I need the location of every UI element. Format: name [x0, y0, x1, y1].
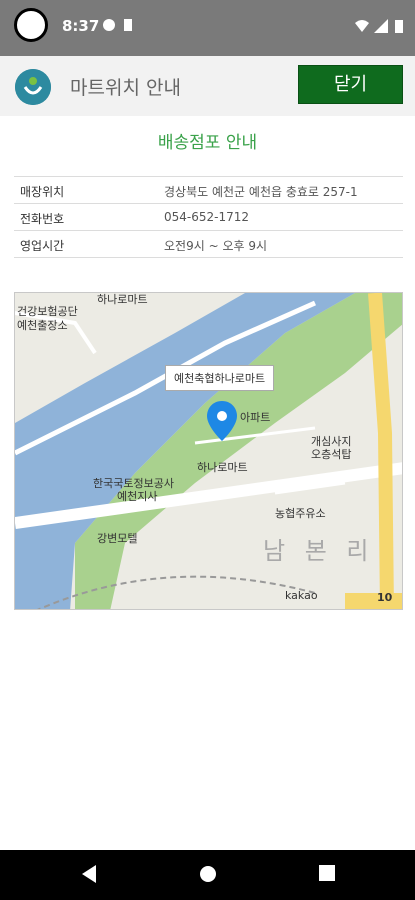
wifi-icon — [355, 20, 369, 32]
info-value: 오전9시 ~ 오후 9시 — [164, 239, 268, 253]
map-scale-label: 10 — [377, 591, 393, 604]
map-label: 하나로마트 — [197, 461, 248, 474]
close-button[interactable]: 닫기 — [298, 65, 403, 104]
map-label: 강변모텔 — [97, 532, 138, 545]
map-label: 예천지사 — [117, 490, 158, 503]
app-bar: 마트위치 안내 닫기 — [0, 56, 415, 116]
back-icon[interactable] — [80, 864, 98, 884]
info-row-location: 매장위치 경상북도 예천군 예천읍 충효로 257-1 — [14, 176, 403, 204]
recents-icon[interactable] — [318, 864, 336, 882]
map-label: 예천출장소 — [17, 319, 68, 332]
sim-card-icon — [124, 19, 132, 31]
map-label: 하나로마트 — [97, 293, 148, 306]
page-title: 마트위치 안내 — [70, 77, 181, 99]
status-time: 8:37 — [62, 17, 100, 35]
store-info-table: 매장위치 경상북도 예천군 예천읍 충효로 257-1 전화번호 054-652… — [14, 176, 403, 258]
map-district-label: 남 본 리 — [263, 537, 375, 565]
map-marker-label: 예천축협하나로마트 — [165, 365, 275, 391]
info-label: 전화번호 — [20, 212, 65, 226]
info-row-phone: 전화번호 054-652-1712 — [14, 204, 403, 231]
map-provider-logo: kakao — [285, 589, 318, 602]
battery-icon — [395, 20, 403, 33]
notification-icon — [103, 19, 115, 31]
camera-cutout — [14, 8, 48, 42]
home-icon[interactable] — [198, 864, 218, 884]
info-row-hours: 영업시간 오전9시 ~ 오후 9시 — [14, 231, 403, 258]
info-label: 영업시간 — [20, 239, 65, 253]
store-map[interactable]: 하나로마트 건강보험공단 예천출장소 예천축협하나로마트 아파트 하나로마트 한… — [14, 292, 403, 610]
status-bar: 8:37 — [0, 0, 415, 56]
info-value[interactable]: 054-652-1712 — [164, 210, 249, 224]
section-title: 배송점포 안내 — [157, 133, 258, 153]
info-value: 경상북도 예천군 예천읍 충효로 257-1 — [164, 185, 358, 199]
signal-icon — [374, 19, 388, 33]
map-label: 농협주유소 — [275, 507, 326, 520]
app-logo-icon — [15, 69, 51, 105]
navigation-bar — [0, 850, 415, 900]
map-label: 오층석탑 — [311, 448, 352, 461]
info-label: 매장위치 — [20, 185, 65, 199]
map-label: 아파트 — [240, 411, 271, 424]
